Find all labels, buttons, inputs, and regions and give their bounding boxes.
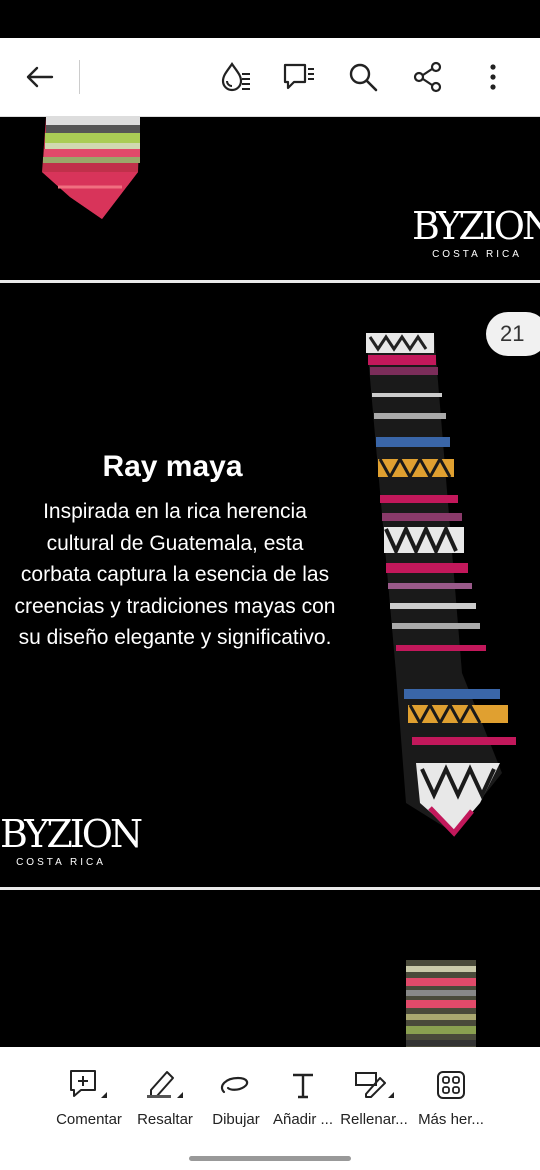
more-vertical-icon[interactable] bbox=[476, 60, 510, 94]
add-text-tool-button[interactable]: Añadir ... bbox=[263, 1067, 343, 1128]
toolbar-divider bbox=[79, 60, 80, 94]
slide-description: Inspirada en la rica herencia cultural d… bbox=[14, 500, 336, 649]
home-indicator[interactable] bbox=[189, 1156, 351, 1161]
tie-image-ray-maya bbox=[366, 333, 516, 837]
fill-sign-tool-button[interactable]: Rellenar... bbox=[334, 1067, 414, 1128]
share-icon[interactable] bbox=[411, 60, 445, 94]
bottom-toolbar: Comentar Resaltar Dibujar Añadir ... Rel… bbox=[0, 1047, 540, 1170]
highlight-tool-button[interactable]: Resaltar bbox=[125, 1067, 205, 1128]
slide-title: Ray maya bbox=[102, 450, 243, 483]
status-bar bbox=[0, 0, 540, 38]
reading-mode-icon[interactable] bbox=[218, 60, 252, 94]
text-icon bbox=[263, 1067, 343, 1103]
comments-icon[interactable] bbox=[282, 60, 316, 94]
grid-apps-icon bbox=[411, 1067, 491, 1103]
pdf-page-next bbox=[0, 890, 540, 1047]
brand-logo-current: BYZION COSTA RICA bbox=[0, 812, 143, 868]
search-icon[interactable] bbox=[346, 60, 380, 94]
fill-sign-icon bbox=[334, 1067, 414, 1103]
pdf-page-previous: BYZION COSTA RICA bbox=[0, 117, 540, 280]
tie-image-previous bbox=[42, 117, 140, 219]
brand-logo-previous: BYZION COSTA RICA bbox=[412, 204, 540, 260]
back-arrow-icon[interactable] bbox=[22, 60, 56, 94]
highlighter-icon bbox=[125, 1067, 205, 1103]
tie-image-next bbox=[406, 960, 476, 1047]
more-tools-button[interactable]: Más her... bbox=[411, 1067, 491, 1128]
page-number-badge: 21 bbox=[486, 312, 540, 356]
top-toolbar bbox=[0, 38, 540, 117]
comment-tool-button[interactable]: Comentar bbox=[49, 1067, 129, 1128]
add-comment-icon bbox=[49, 1067, 129, 1103]
